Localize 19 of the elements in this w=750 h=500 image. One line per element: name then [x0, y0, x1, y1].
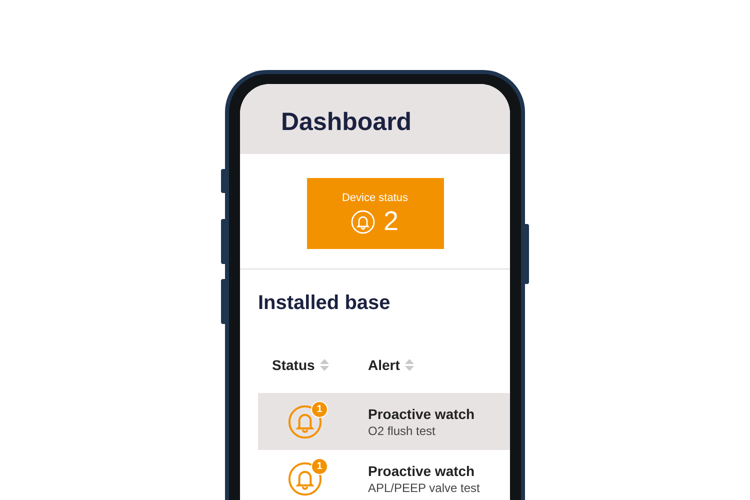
alert-detail: APL/PEEP valve test: [368, 480, 481, 494]
alert-row[interactable]: 1 Proactive watch O2 flush test: [258, 393, 510, 450]
sort-icon[interactable]: [404, 359, 414, 371]
count-badge: 1: [311, 458, 328, 474]
sort-icon[interactable]: [320, 359, 329, 371]
alert-detail: O2 flush test: [368, 424, 436, 438]
card-label: Device status: [342, 192, 408, 204]
section-title: Installed base: [258, 292, 392, 315]
column-header[interactable]: Status: [272, 357, 368, 373]
status-count: 2: [383, 208, 399, 235]
bell-icon: [351, 210, 376, 234]
alert-row[interactable]: 1 Proactive watch APL/PEEP valve test: [258, 450, 510, 500]
alert-title: Proactive watch: [368, 462, 476, 478]
count-badge: 1: [311, 400, 328, 418]
alert-title: Proactive watch: [368, 406, 476, 422]
column-header[interactable]: Alert: [368, 357, 510, 373]
bell-icon: [288, 462, 322, 496]
bell-icon: [288, 404, 322, 438]
page-title: Dashboard: [281, 108, 412, 136]
